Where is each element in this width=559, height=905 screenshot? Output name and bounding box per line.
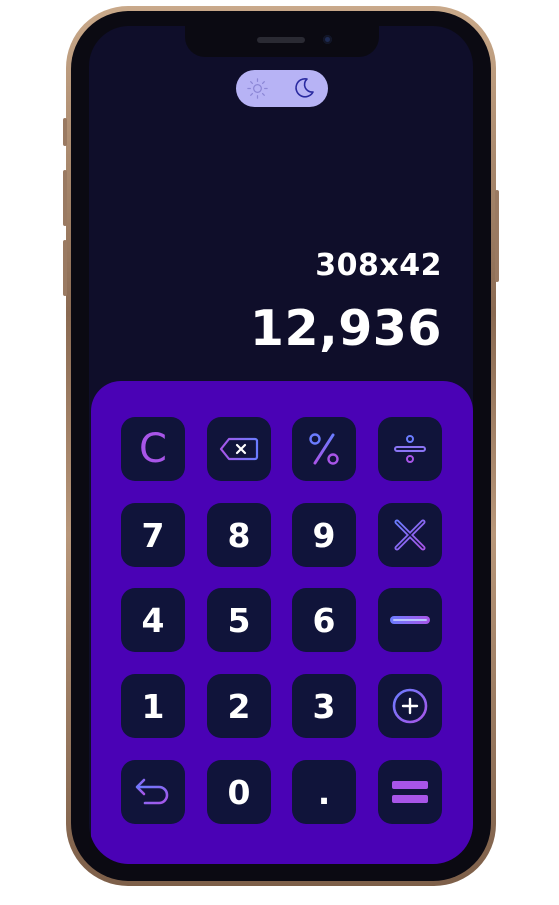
digit-5-button[interactable]: 5 [207,588,271,652]
result-display: 12,936 [249,300,442,357]
equals-button[interactable] [378,760,442,824]
volume-down-button [63,240,67,296]
undo-icon [135,778,169,805]
percent-button[interactable] [292,417,356,481]
notch [185,26,379,57]
divide-button[interactable] [378,417,442,481]
plus-button[interactable] [378,674,442,738]
speaker [257,37,305,43]
percent-icon [309,433,339,465]
undo-button[interactable] [121,760,185,824]
digit-3-button[interactable]: 3 [292,674,356,738]
digit-9-button[interactable]: 9 [292,503,356,567]
expression-display: 308x42 [315,248,442,283]
minus-icon [390,616,430,624]
backspace-icon [219,437,259,461]
multiply-button[interactable] [378,503,442,567]
digit-4-button[interactable]: 4 [121,588,185,652]
digit-7-button[interactable]: 7 [121,503,185,567]
front-camera [323,35,332,44]
volume-up-button [63,170,67,226]
clear-button[interactable]: C [121,417,185,481]
digit-1-button[interactable]: 1 [121,674,185,738]
digit-8-button[interactable]: 8 [207,503,271,567]
sun-icon[interactable] [246,77,269,100]
theme-toggle[interactable] [236,70,328,107]
equals-icon [392,781,428,803]
minus-button[interactable] [378,588,442,652]
digit-6-button[interactable]: 6 [292,588,356,652]
calculator-screen: 308x42 12,936 C 7 8 9 4 5 6 1 2 3 0 . [89,26,473,864]
power-button [495,190,499,282]
backspace-button[interactable] [207,417,271,481]
plus-icon [392,688,428,724]
digit-2-button[interactable]: 2 [207,674,271,738]
digit-0-button[interactable]: 0 [207,760,271,824]
decimal-button[interactable]: . [292,760,356,824]
moon-icon[interactable] [292,76,316,100]
multiply-icon [394,519,426,551]
keypad: C 7 8 9 4 5 6 1 2 3 0 . [91,381,473,864]
side-button [63,118,67,146]
divide-icon [394,435,426,463]
